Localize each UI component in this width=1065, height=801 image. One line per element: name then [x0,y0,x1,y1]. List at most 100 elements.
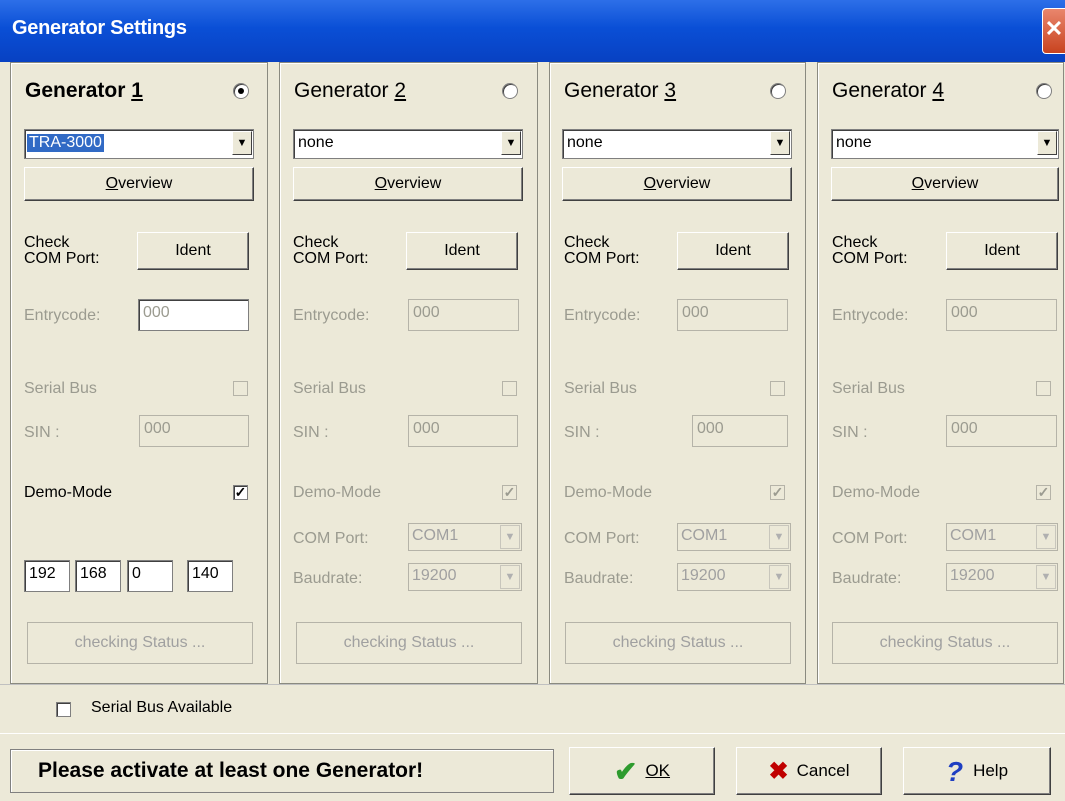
generator-3-sin-label: SIN : [564,424,600,441]
generator-4-baudrate-label: Baudrate: [832,570,902,587]
generator-2-baudrate-value: 19200 [412,567,457,584]
generator-1-serial-bus-checkbox [233,381,248,396]
generator-4-com-port-select: COM1 ▼ [946,523,1058,551]
chevron-down-icon: ▼ [769,565,789,589]
generator-4-sin-field: 000 [946,415,1057,447]
chevron-down-icon: ▼ [1036,525,1056,549]
generator-1-status-button: checking Status ... [27,622,253,664]
chevron-down-icon: ▼ [769,525,789,549]
chevron-down-icon[interactable]: ▼ [1037,131,1057,155]
x-icon: ✖ [768,757,789,785]
generator-4-demo-mode-label: Demo-Mode [832,484,921,501]
generator-3-status-button: checking Status ... [565,622,791,664]
generator-3-entrycode-field: 000 [677,299,788,331]
generator-3-baudrate-value: 19200 [681,567,726,584]
chevron-down-icon: ▼ [500,525,520,549]
generator-2-overview-button[interactable]: Overview [293,167,523,201]
generator-2-radio[interactable] [502,83,518,99]
generator-4-entrycode-label: Entrycode: [832,307,909,324]
generator-3-baudrate-select: 19200 ▼ [677,563,791,591]
generator-3-device-value: none [567,134,603,151]
generator-4-demo-mode-checkbox: ✓ [1036,484,1051,500]
chevron-down-icon[interactable]: ▼ [232,131,252,155]
generator-panel-3: Generator 3 none ▼ Overview Check COM Por… [549,62,806,684]
chevron-down-icon: ▼ [1036,565,1056,589]
status-message: Please activate at least one Generator! [10,749,554,793]
generator-3-com-port-label: COM Port: [564,530,640,547]
generator-3-baudrate-label: Baudrate: [564,570,634,587]
generator-3-overview-button[interactable]: Overview [562,167,792,201]
generator-4-device-value: none [836,134,872,151]
serial-bus-available-checkbox[interactable] [56,702,71,717]
generator-1-overview-button[interactable]: Overview [24,167,254,201]
generator-2-com-port-label: COM Port: [293,530,369,547]
ip-octet-2[interactable]: 168 [75,560,121,592]
generator-3-demo-mode-checkbox: ✓ [770,484,785,500]
generator-3-check-com-label: Check COM Port: [564,234,640,267]
generator-3-device-select[interactable]: none ▼ [562,129,792,159]
generator-3-ident-button[interactable]: Ident [677,232,789,270]
generator-1-demo-mode-label: Demo-Mode [24,484,113,501]
generator-4-serial-bus-checkbox [1036,381,1051,396]
close-button[interactable]: ✕ [1042,8,1065,54]
generator-2-ident-button[interactable]: Ident [406,232,518,270]
generator-1-check-com-label: Check COM Port: [24,234,100,267]
generator-2-device-select[interactable]: none ▼ [293,129,523,159]
chevron-down-icon[interactable]: ▼ [501,131,521,155]
generator-2-status-button: checking Status ... [296,622,522,664]
generator-3-radio[interactable] [770,83,786,99]
generator-4-ident-button[interactable]: Ident [946,232,1058,270]
generator-4-device-select[interactable]: none ▼ [831,129,1059,159]
ip-octet-4[interactable]: 140 [187,560,233,592]
generator-1-entrycode-field[interactable]: 000 [138,299,249,331]
chevron-down-icon: ▼ [500,565,520,589]
ok-button[interactable]: ✔ OK [569,747,715,795]
generator-2-serial-bus-checkbox [502,381,517,396]
generator-2-device-value: none [298,134,334,151]
serial-bus-available-label: Serial Bus Available [91,699,233,716]
generator-4-overview-button[interactable]: Overview [831,167,1059,201]
generator-2-check-com-label: Check COM Port: [293,234,369,267]
title-bar: Generator Settings ✕ [0,0,1065,62]
generator-panel-4: Generator 4 none ▼ Overview Check COM Por… [817,62,1064,684]
generator-1-title: Generator 1 [25,79,143,102]
generator-2-baudrate-label: Baudrate: [293,570,363,587]
generator-4-baudrate-select: 19200 ▼ [946,563,1058,591]
generator-1-radio[interactable] [233,83,249,99]
generator-1-sin-field: 000 [139,415,249,447]
check-icon: ✔ [613,755,638,787]
generator-1-ident-button[interactable]: Ident [137,232,249,270]
generator-1-demo-mode-checkbox[interactable]: ✓ [233,485,248,500]
generator-1-device-select[interactable]: TRA-3000 ▼ [24,129,254,159]
generator-2-com-port-select: COM1 ▼ [408,523,522,551]
generator-1-serial-bus-label: Serial Bus [24,380,97,397]
cancel-button[interactable]: ✖ Cancel [736,747,882,795]
generator-3-com-port-value: COM1 [681,527,728,544]
generator-2-entrycode-label: Entrycode: [293,307,370,324]
generator-3-serial-bus-checkbox [770,381,785,396]
generator-3-title: Generator 3 [564,79,677,102]
chevron-down-icon[interactable]: ▼ [770,131,790,155]
generator-2-sin-field: 000 [408,415,518,447]
ip-octet-3[interactable]: 0 [127,560,173,592]
generator-3-sin-field: 000 [692,415,788,447]
window-title: Generator Settings [12,17,187,39]
generator-2-demo-mode-label: Demo-Mode [293,484,382,501]
generator-4-radio[interactable] [1036,83,1052,99]
generator-1-entrycode-label: Entrycode: [24,307,101,324]
help-button[interactable]: ? Help [903,747,1051,795]
generator-4-serial-bus-label: Serial Bus [832,380,905,397]
generator-3-serial-bus-label: Serial Bus [564,380,637,397]
generator-4-sin-label: SIN : [832,424,868,441]
generator-3-demo-mode-label: Demo-Mode [564,484,653,501]
serial-bus-bar: Serial Bus Available [0,684,1065,734]
generator-3-entrycode-label: Entrycode: [564,307,641,324]
generator-4-com-port-label: COM Port: [832,530,908,547]
generator-1-sin-label: SIN : [24,424,60,441]
generator-2-serial-bus-label: Serial Bus [293,380,366,397]
ip-octet-1[interactable]: 192 [24,560,70,592]
generator-panel-1: Generator 1 TRA-3000 ▼ Overview Check COM… [10,62,268,684]
generator-4-entrycode-field: 000 [946,299,1057,331]
generator-4-status-button: checking Status ... [832,622,1058,664]
generator-4-baudrate-value: 19200 [950,567,995,584]
